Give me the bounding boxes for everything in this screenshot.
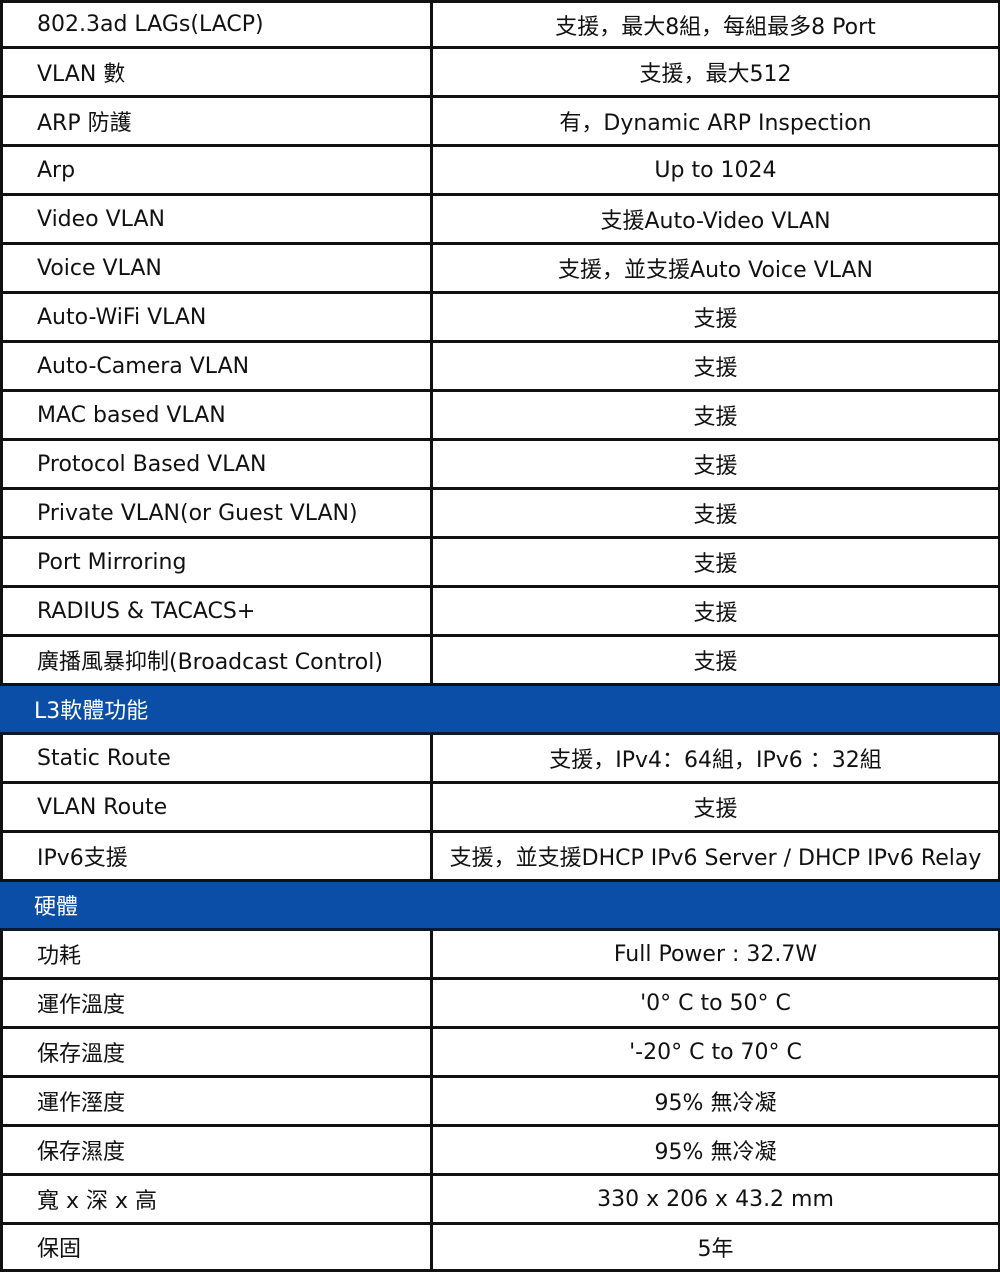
spec-value: 5年 [433,1225,1000,1269]
spec-label: Private VLAN(or Guest VLAN) [0,490,433,536]
spec-label: Protocol Based VLAN [0,441,433,487]
spec-value: 支援 [433,588,1000,634]
spec-value: 支援，最大512 [433,49,1000,95]
spec-label: 保存溫度 [0,1029,433,1075]
spec-value: 支援Auto-Video VLAN [433,196,1000,242]
section-header-row: L3軟體功能 [0,686,1000,735]
section-title: L3軟體功能 [34,699,149,724]
spec-label: 保固 [0,1225,433,1269]
spec-row: Voice VLAN 支援，並支援Auto Voice VLAN [0,245,1000,294]
spec-value: 330 x 206 x 43.2 mm [433,1176,1000,1222]
spec-label: Static Route [0,735,433,781]
spec-row: 保存濕度 95% 無冷凝 [0,1127,1000,1176]
spec-value: 95% 無冷凝 [433,1127,1000,1173]
spec-row: 802.3ad LAGs(LACP) 支援，最大8組，每組最多8 Port [0,0,1000,49]
spec-label: RADIUS & TACACS+ [0,588,433,634]
spec-row: Auto-WiFi VLAN 支援 [0,294,1000,343]
spec-value: 支援 [433,490,1000,536]
spec-row: Static Route 支援，IPv4：64組，IPv6 ：32組 [0,735,1000,784]
spec-value: 95% 無冷凝 [433,1078,1000,1124]
spec-row: 保存溫度 '-20° C to 70° C [0,1029,1000,1078]
spec-label: 寬 x 深 x 高 [0,1176,433,1222]
spec-row: Video VLAN 支援Auto-Video VLAN [0,196,1000,245]
spec-value: 支援 [433,539,1000,585]
spec-value: 支援 [433,637,1000,683]
spec-value: 支援 [433,294,1000,340]
spec-label: 廣播風暴抑制(Broadcast Control) [0,637,433,683]
spec-value: 支援，並支援DHCP IPv6 Server / DHCP IPv6 Relay [433,833,1000,879]
spec-label: Port Mirroring [0,539,433,585]
spec-label: 運作溫度 [0,980,433,1026]
spec-row: Private VLAN(or Guest VLAN) 支援 [0,490,1000,539]
spec-value: Up to 1024 [433,147,1000,193]
spec-label: MAC based VLAN [0,392,433,438]
spec-label: 802.3ad LAGs(LACP) [0,3,433,46]
spec-label: 運作溼度 [0,1078,433,1124]
spec-row: 運作溫度 '0° C to 50° C [0,980,1000,1029]
spec-value: 支援，最大8組，每組最多8 Port [433,3,1000,46]
spec-label: 功耗 [0,931,433,977]
spec-row: Auto-Camera VLAN 支援 [0,343,1000,392]
spec-label: VLAN 數 [0,49,433,95]
spec-label: 保存濕度 [0,1127,433,1173]
spec-row: Arp Up to 1024 [0,147,1000,196]
spec-row: ARP 防護 有，Dynamic ARP Inspection [0,98,1000,147]
spec-label: ARP 防護 [0,98,433,144]
spec-label: Arp [0,147,433,193]
spec-label: Voice VLAN [0,245,433,291]
spec-value: 支援 [433,343,1000,389]
spec-label: VLAN Route [0,784,433,830]
spec-value: 支援 [433,392,1000,438]
spec-row: VLAN Route 支援 [0,784,1000,833]
spec-row: 運作溼度 95% 無冷凝 [0,1078,1000,1127]
section-title: 硬體 [34,895,79,920]
spec-row: Protocol Based VLAN 支援 [0,441,1000,490]
spec-row: 廣播風暴抑制(Broadcast Control) 支援 [0,637,1000,686]
spec-row: 寬 x 深 x 高 330 x 206 x 43.2 mm [0,1176,1000,1225]
spec-value: 有，Dynamic ARP Inspection [433,98,1000,144]
spec-row: VLAN 數支援，最大512 [0,49,1000,98]
spec-value: 支援，並支援Auto Voice VLAN [433,245,1000,291]
spec-row: IPv6支援 支援，並支援DHCP IPv6 Server / DHCP IPv6… [0,833,1000,882]
spec-value: 支援，IPv4：64組，IPv6 ：32組 [433,735,1000,781]
spec-row: RADIUS & TACACS+ 支援 [0,588,1000,637]
spec-value: Full Power : 32.7W [433,931,1000,977]
spec-row: 功耗 Full Power : 32.7W [0,931,1000,980]
spec-value: 支援 [433,441,1000,487]
spec-value: '0° C to 50° C [433,980,1000,1026]
spec-value: 支援 [433,784,1000,830]
section-header-row: 硬體 [0,882,1000,931]
spec-value: '-20° C to 70° C [433,1029,1000,1075]
spec-label: Video VLAN [0,196,433,242]
spec-label: Auto-Camera VLAN [0,343,433,389]
spec-row: MAC based VLAN 支援 [0,392,1000,441]
spec-row: 保固 5年 [0,1225,1000,1272]
spec-label: IPv6支援 [0,833,433,879]
spec-label: Auto-WiFi VLAN [0,294,433,340]
spec-row: Port Mirroring 支援 [0,539,1000,588]
